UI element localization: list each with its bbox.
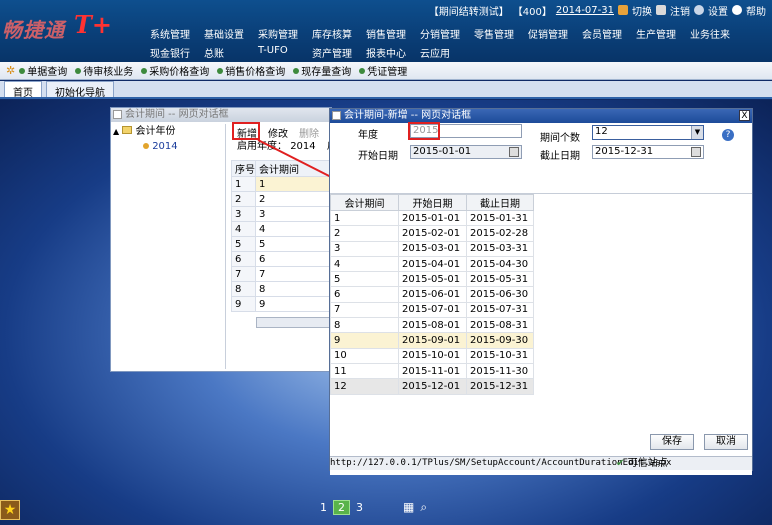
- calendar-icon[interactable]: [691, 147, 701, 157]
- highlight-year-input: [408, 122, 440, 140]
- grid-cell-period: 4: [330, 255, 399, 273]
- grid-cell-start: 2015-09-01: [398, 332, 467, 349]
- grid-cell-start: 2015-05-01: [398, 271, 467, 288]
- calendar-icon[interactable]: [509, 147, 519, 157]
- grid-row[interactable]: 8 2015-08-01 2015-08-31: [330, 317, 534, 334]
- grid-cell-start: 2015-06-01: [398, 286, 467, 303]
- grid-cell-end: 2015-07-31: [466, 301, 534, 319]
- grid-row[interactable]: 6 2015-06-01 2015-06-30: [330, 286, 534, 303]
- close-icon[interactable]: X: [739, 110, 750, 121]
- grid-cell-period: 9: [330, 332, 399, 349]
- grid-header-end: 截止日期: [466, 194, 534, 211]
- grid-cell-period: 5: [330, 271, 399, 288]
- star-icon[interactable]: ★: [0, 500, 20, 520]
- period-grid-area: 会计期间 开始日期 截止日期 1 2015-01-01 2015-01-31 2 201…: [330, 193, 752, 475]
- start-date-value: 2015-01-01: [413, 146, 472, 157]
- grid-row[interactable]: 5 2015-05-01 2015-05-31: [330, 271, 534, 288]
- grid-row[interactable]: 1 2015-01-01 2015-01-31: [330, 209, 534, 227]
- grid-header-start: 开始日期: [398, 194, 467, 211]
- grid-cell-period: 1: [330, 209, 399, 227]
- period-count-label: 期间个数: [540, 133, 580, 144]
- grid-header-period: 会计期间: [330, 194, 399, 211]
- grid-cell-period: 8: [330, 317, 399, 334]
- grid-row[interactable]: 7 2015-07-01 2015-07-31: [330, 301, 534, 319]
- grid-cell-start: 2015-07-01: [398, 301, 467, 319]
- grid-cell-start: 2015-03-01: [398, 240, 467, 257]
- grid-cell-end: 2015-12-31: [466, 378, 534, 395]
- period-count-select[interactable]: 12 ▼: [592, 125, 704, 140]
- trusted-site-label: 可信站点: [627, 458, 668, 469]
- grid-cell-start: 2015-10-01: [398, 347, 467, 364]
- grid-row[interactable]: 10 2015-10-01 2015-10-31: [330, 347, 534, 364]
- grid-cell-end: 2015-03-31: [466, 240, 534, 257]
- page-1[interactable]: 1: [320, 501, 327, 514]
- grid-cell-end: 2015-09-30: [466, 332, 534, 349]
- browser-status-bar: http://127.0.0.1/TPlus/SM/SetupAccount/A…: [330, 456, 752, 470]
- grid-cell-end: 2015-06-30: [466, 286, 534, 303]
- help-icon[interactable]: ?: [722, 129, 734, 141]
- grid-cell-start: 2015-01-01: [398, 209, 467, 227]
- end-date-label: 截止日期: [540, 151, 580, 162]
- cancel-button[interactable]: 取消: [704, 434, 748, 450]
- grid-row[interactable]: 12 2015-12-01 2015-12-31: [330, 378, 534, 395]
- app-window: 畅捷通 T+ 【期间结转测试】 【400】 2014-07-31 切换 注销 设…: [0, 0, 772, 525]
- period-grid: 会计期间 开始日期 截止日期 1 2015-01-01 2015-01-31 2 201…: [330, 194, 534, 395]
- grid-cell-start: 2015-04-01: [398, 255, 467, 273]
- period-count-value: 12: [595, 126, 608, 137]
- dialog-title: 会计期间-新增 -- 网页对话框 X: [330, 109, 752, 123]
- start-date-label: 开始日期: [358, 151, 398, 162]
- grid-cell-period: 6: [330, 286, 399, 303]
- grid-cell-end: 2015-02-28: [466, 225, 534, 242]
- grid-cell-start: 2015-08-01: [398, 317, 467, 334]
- grid-cell-period: 10: [330, 347, 399, 364]
- page-2-current[interactable]: 2: [333, 499, 350, 515]
- year-label: 年度: [358, 130, 378, 141]
- grid-cell-end: 2015-10-31: [466, 347, 534, 364]
- end-date-input[interactable]: 2015-12-31: [592, 145, 704, 159]
- grid-cell-period: 3: [330, 240, 399, 257]
- start-date-input[interactable]: 2015-01-01: [410, 145, 522, 159]
- grid-cell-end: 2015-04-30: [466, 255, 534, 273]
- dialog-window-icon: [332, 111, 341, 120]
- dialog-title-text: 会计期间-新增 -- 网页对话框: [344, 110, 472, 121]
- grid-row[interactable]: 4 2015-04-01 2015-04-30: [330, 255, 534, 273]
- grid-cell-start: 2015-11-01: [398, 362, 467, 380]
- grid-cell-period: 7: [330, 301, 399, 319]
- grid-view-icon[interactable]: ▦: [403, 500, 414, 514]
- grid-cell-end: 2015-01-31: [466, 209, 534, 227]
- page-switcher: 1 2 3 ▦ ⌕: [320, 498, 427, 516]
- grid-cell-period: 2: [330, 225, 399, 242]
- grid-cell-end: 2015-11-30: [466, 362, 534, 380]
- trusted-site: ✔ 可信站点: [616, 457, 668, 470]
- page-3[interactable]: 3: [356, 501, 363, 514]
- grid-row[interactable]: 2 2015-02-01 2015-02-28: [330, 225, 534, 242]
- grid-cell-end: 2015-05-31: [466, 271, 534, 288]
- save-button[interactable]: 保存: [650, 434, 694, 450]
- check-icon: ✔: [616, 458, 625, 469]
- grid-row[interactable]: 11 2015-11-01 2015-11-30: [330, 362, 534, 380]
- grid-row[interactable]: 9 2015-09-01 2015-09-30: [330, 332, 534, 349]
- add-period-dialog: 会计期间-新增 -- 网页对话框 X 年度 2015 期间个数 12 ▼ ? 开…: [329, 108, 753, 475]
- grid-cell-start: 2015-02-01: [398, 225, 467, 242]
- grid-cell-period: 11: [330, 362, 399, 380]
- grid-cell-end: 2015-08-31: [466, 317, 534, 334]
- chevron-down-icon[interactable]: ▼: [691, 126, 703, 139]
- end-date-value: 2015-12-31: [595, 146, 654, 157]
- grid-cell-start: 2015-12-01: [398, 378, 467, 395]
- grid-row[interactable]: 3 2015-03-01 2015-03-31: [330, 240, 534, 257]
- grid-cell-period: 12: [330, 378, 399, 395]
- search-icon[interactable]: ⌕: [420, 500, 427, 515]
